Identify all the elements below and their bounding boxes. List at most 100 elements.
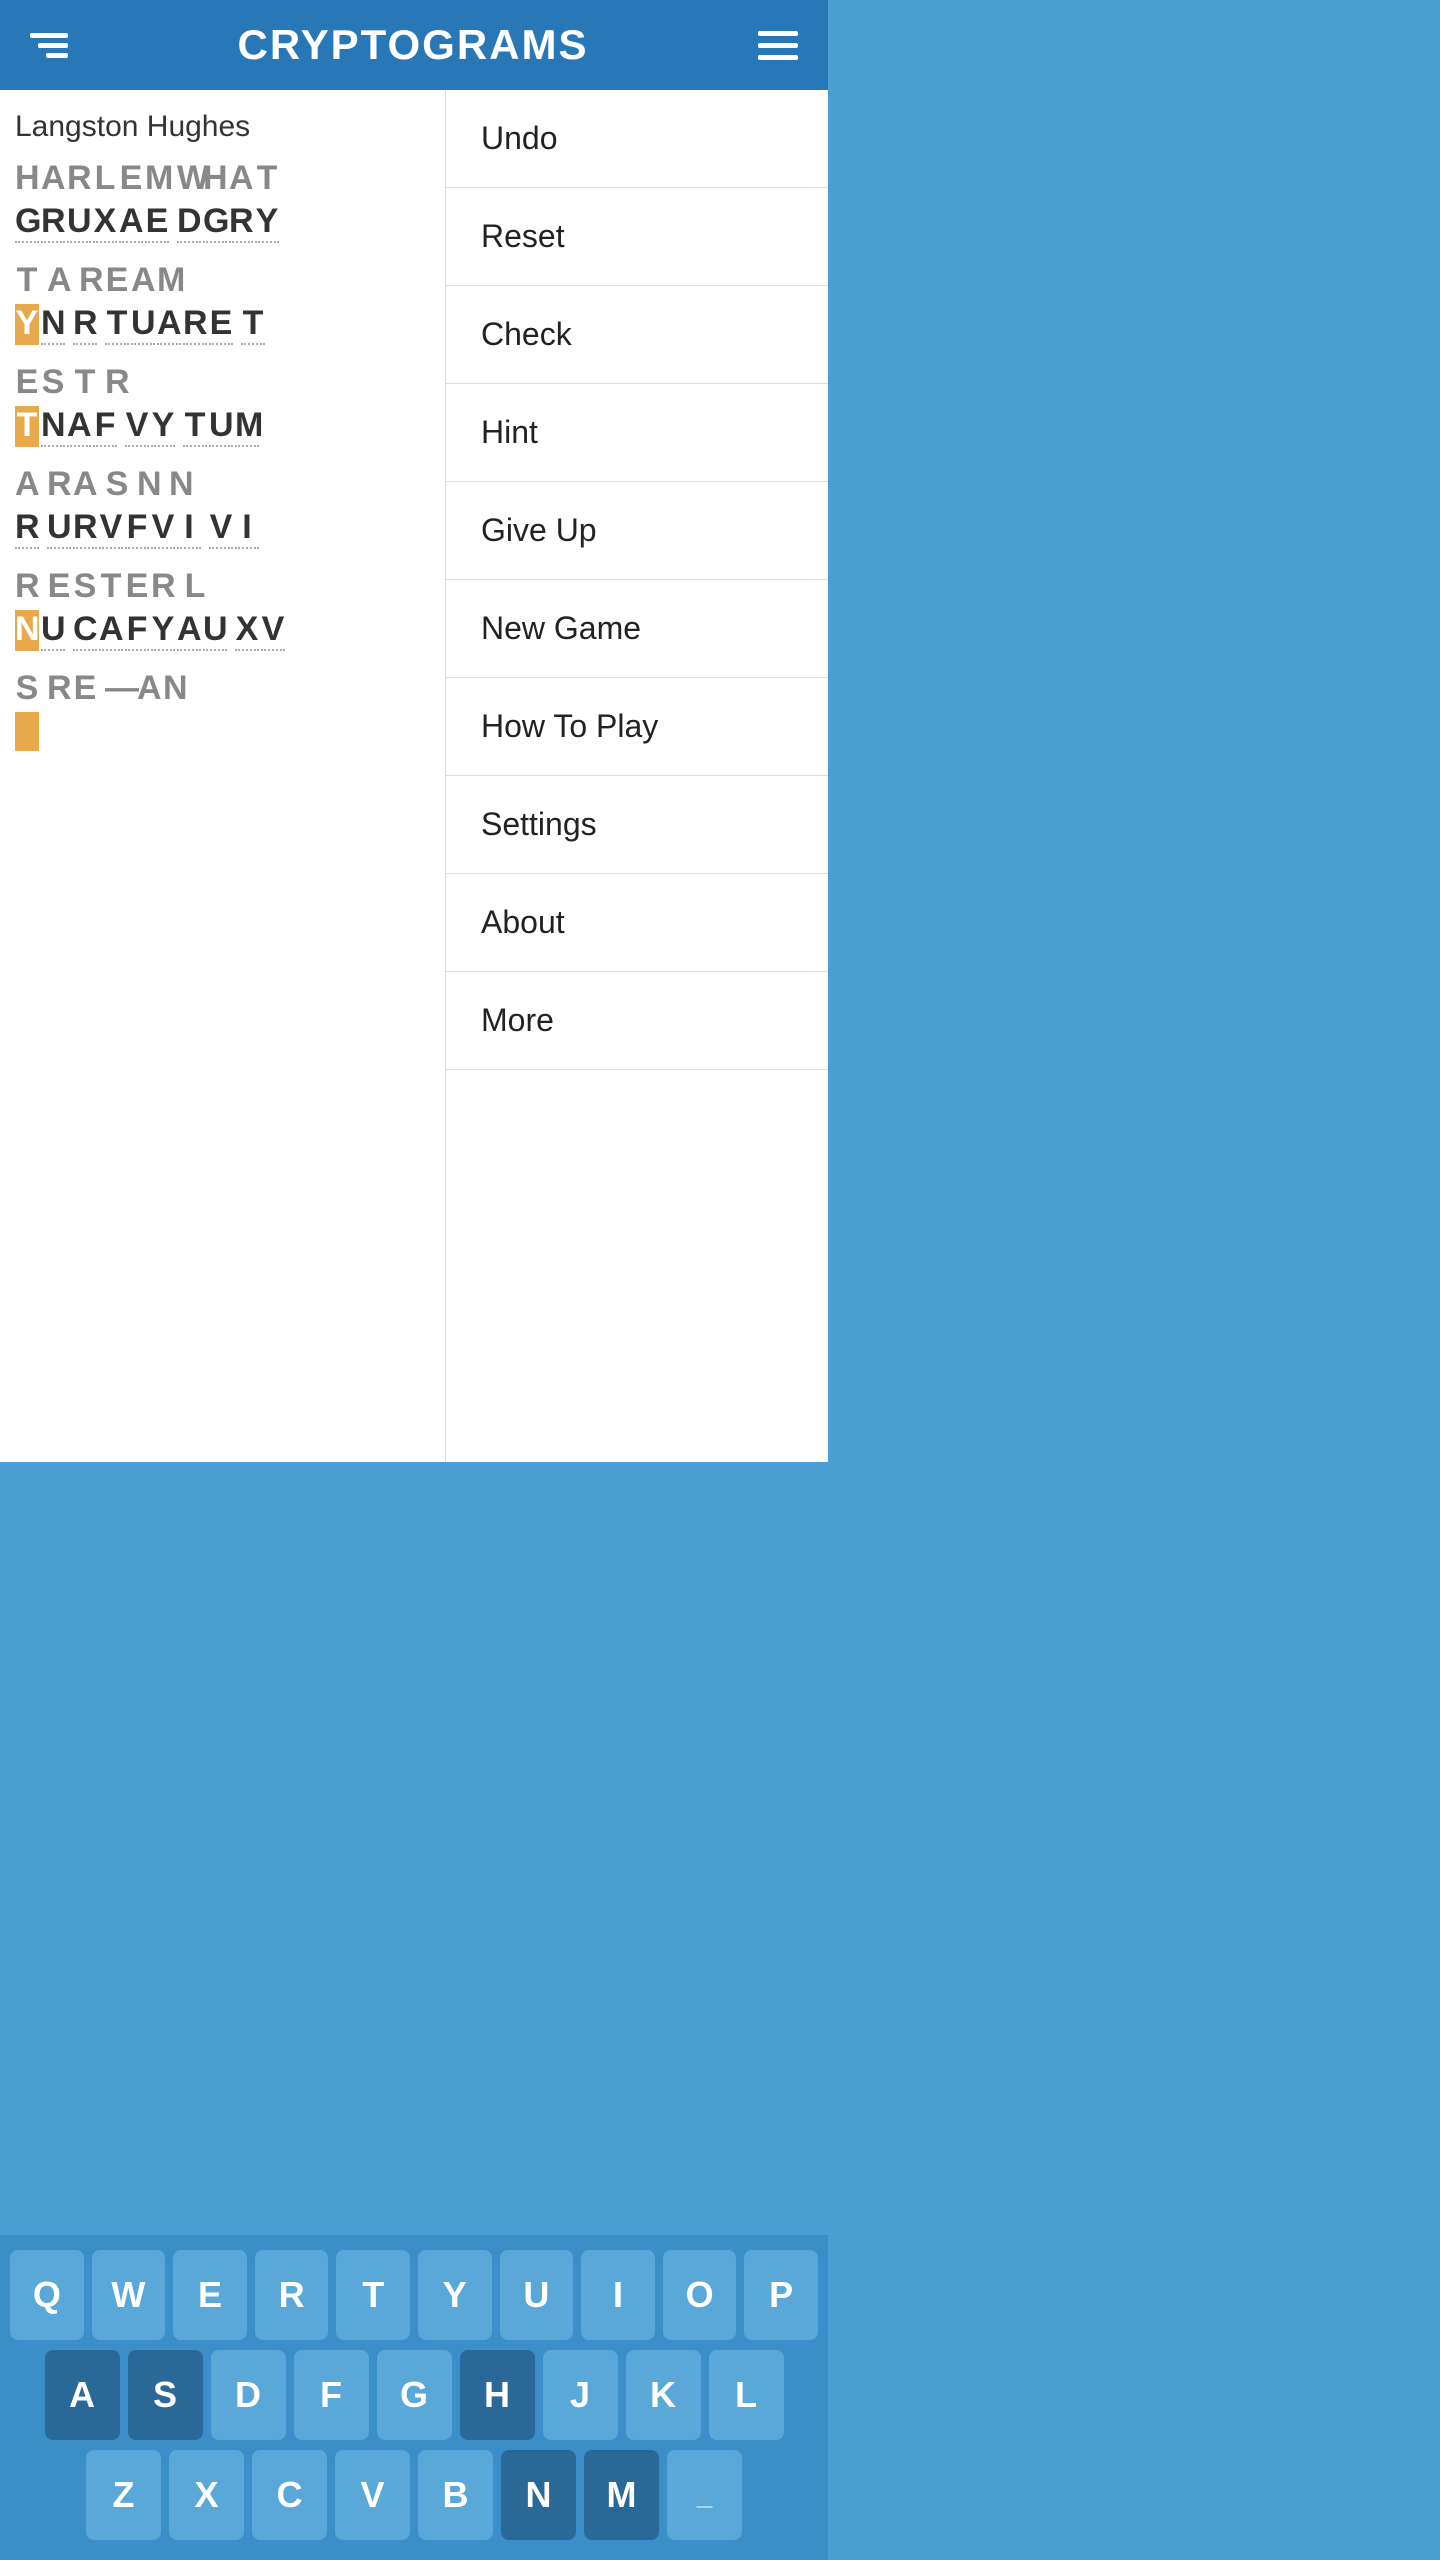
answer-letter[interactable]: T [105,304,129,345]
answer-letter[interactable]: R [183,304,207,345]
answer-letter[interactable]: A [67,406,91,447]
key-i[interactable]: I [581,2250,655,2340]
answer-letter-highlighted[interactable] [15,712,39,751]
key-t[interactable]: T [336,2250,410,2340]
key-x[interactable]: X [169,2450,244,2540]
answer-letter-highlighted[interactable]: Y [15,304,39,345]
answer-letter[interactable]: T [183,406,207,447]
answer-letter[interactable]: F [125,610,149,651]
cipher-letter: N [137,465,161,504]
answer-letter[interactable]: X [235,610,259,651]
answer-letter[interactable]: I [235,508,259,549]
answer-letter[interactable]: E [145,202,169,243]
answer-letter[interactable]: R [73,304,97,345]
answer-letter[interactable]: R [41,202,65,243]
answer-letter[interactable]: R [73,508,97,549]
key-r[interactable]: R [255,2250,329,2340]
answer-letter-highlighted[interactable]: N [15,610,39,651]
answer-word: X V [235,610,285,651]
menu-item-check[interactable]: Check [446,286,828,384]
answer-letter[interactable]: Y [255,202,279,243]
answer-letter[interactable]: U [209,406,233,447]
answer-letter[interactable]: U [131,304,155,345]
menu-item-settings[interactable]: Settings [446,776,828,874]
answer-letter[interactable]: D [177,202,201,243]
key-q[interactable]: Q [10,2250,84,2340]
answer-letter[interactable]: G [15,202,39,243]
answer-letter[interactable]: A [177,610,201,651]
menu-item-hint[interactable]: Hint [446,384,828,482]
answer-letter[interactable]: N [41,304,65,345]
answer-letter[interactable]: F [93,406,117,447]
key-w[interactable]: W [92,2250,166,2340]
answer-letter[interactable]: V [209,508,233,549]
answer-line: N U C A F Y A U X V [15,610,430,651]
answer-letter[interactable]: A [157,304,181,345]
answer-letter[interactable]: U [67,202,91,243]
key-d[interactable]: D [211,2350,286,2440]
key-z[interactable]: Z [86,2450,161,2540]
answer-letter[interactable]: C [73,610,97,651]
app-header: Cryptograms [0,0,828,90]
answer-letter[interactable]: V [261,610,285,651]
key-b[interactable]: B [418,2450,493,2540]
hamburger-menu-icon[interactable] [758,31,798,60]
answer-letter[interactable]: R [229,202,253,243]
answer-letter[interactable]: Y [151,406,175,447]
cipher-letter: M [145,159,169,198]
answer-letter[interactable]: Y [151,610,175,651]
answer-letter[interactable]: T [241,304,265,345]
key-l[interactable]: L [709,2350,784,2440]
key-backspace[interactable]: _ [667,2450,742,2540]
key-a[interactable]: A [45,2350,120,2440]
answer-word: V Y [125,406,175,447]
menu-item-more[interactable]: More [446,972,828,1070]
key-n[interactable]: N [501,2450,576,2540]
answer-letter[interactable]: A [119,202,143,243]
answer-letter-highlighted[interactable]: T [15,406,39,447]
answer-letter[interactable]: F [125,508,149,549]
menu-item-undo[interactable]: Undo [446,90,828,188]
answer-letter[interactable]: V [99,508,123,549]
cipher-letter: A [137,669,161,708]
answer-letter[interactable]: N [41,406,65,447]
key-k[interactable]: K [626,2350,701,2440]
key-g[interactable]: G [377,2350,452,2440]
answer-letter[interactable]: U [203,610,227,651]
menu-item-how-to-play[interactable]: How To Play [446,678,828,776]
key-o[interactable]: O [663,2250,737,2340]
menu-item-reset[interactable]: Reset [446,188,828,286]
answer-letter[interactable]: R [15,508,39,549]
answer-letter[interactable]: E [209,304,233,345]
answer-word: D G R Y [177,202,279,243]
key-c[interactable]: C [252,2450,327,2540]
answer-letter[interactable]: G [203,202,227,243]
menu-item-give-up[interactable]: Give Up [446,482,828,580]
answer-letter[interactable]: U [47,508,71,549]
answer-line: G R U X A E D G R Y [15,202,430,243]
answer-word: T N A F [15,406,117,447]
key-v[interactable]: V [335,2450,410,2540]
key-j[interactable]: J [543,2350,618,2440]
key-u[interactable]: U [500,2250,574,2340]
key-m[interactable]: M [584,2450,659,2540]
answer-letter[interactable]: X [93,202,117,243]
key-p[interactable]: P [744,2250,818,2340]
answer-letter[interactable]: U [41,610,65,651]
stats-icon[interactable] [30,33,68,58]
key-e[interactable]: E [173,2250,247,2340]
answer-letter[interactable]: A [99,610,123,651]
key-h[interactable]: H [460,2350,535,2440]
key-y[interactable]: Y [418,2250,492,2340]
answer-letter[interactable]: M [235,406,259,447]
cipher-letter: T [73,363,97,402]
cipher-letter: A [41,159,65,198]
menu-item-about[interactable]: About [446,874,828,972]
key-f[interactable]: F [294,2350,369,2440]
answer-letter[interactable]: V [125,406,149,447]
answer-letter[interactable]: I [177,508,201,549]
key-s[interactable]: S [128,2350,203,2440]
answer-letter[interactable]: V [151,508,175,549]
answer-line: T N A F V Y T U M [15,406,430,447]
menu-item-new-game[interactable]: New Game [446,580,828,678]
